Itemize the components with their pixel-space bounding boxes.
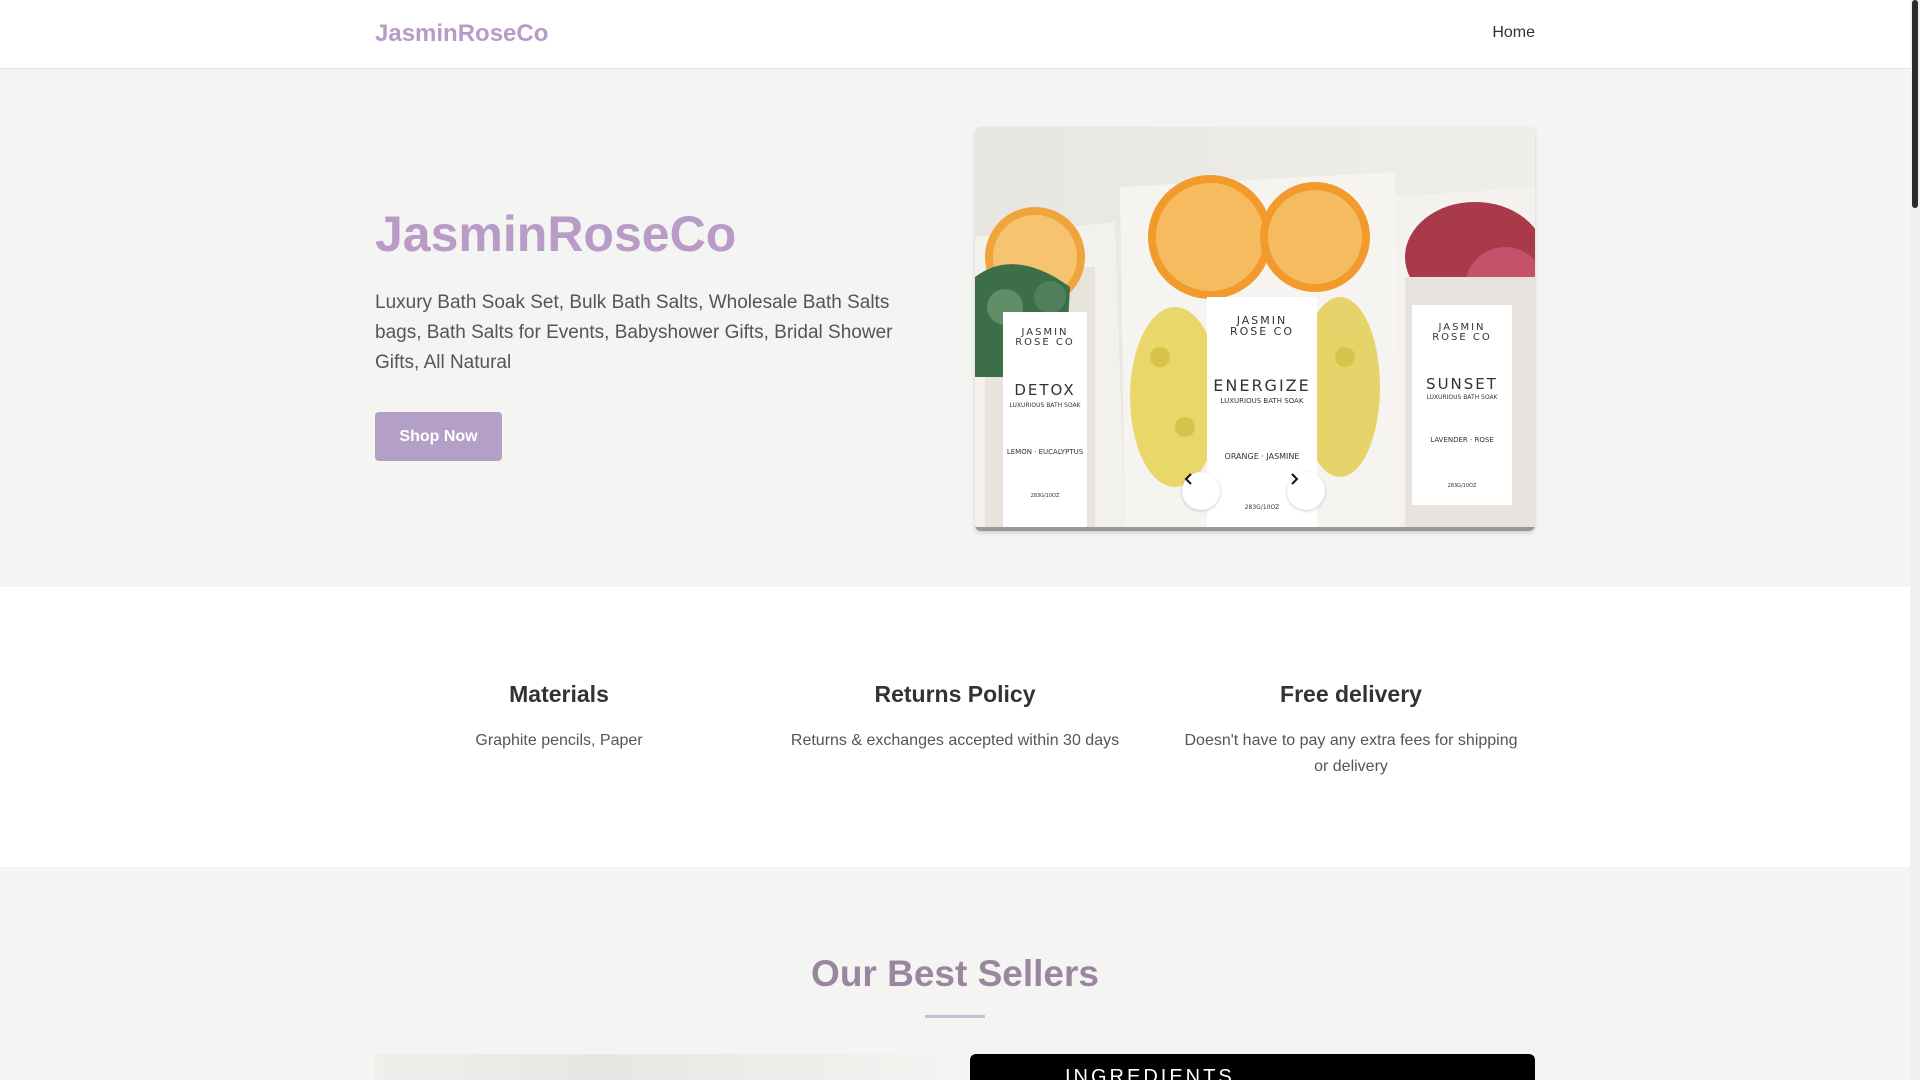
page-scrollbar[interactable] (1910, 0, 1920, 1080)
hero-title: JasminRoseCo (375, 206, 737, 262)
svg-text:LUXURIOUS BATH SOAK: LUXURIOUS BATH SOAK (1426, 394, 1498, 401)
best-sellers-title: Our Best Sellers (811, 953, 1099, 994)
feature-materials: Materials Graphite pencils, Paper (389, 681, 729, 754)
svg-text:ROSE CO: ROSE CO (1015, 337, 1075, 348)
feature-title: Materials (509, 681, 609, 707)
carousel-next-button[interactable] (1287, 472, 1325, 510)
product-card-2-text: INGREDIENTS (1065, 1066, 1235, 1080)
label-sunset: JASMIN ROSE CO SUNSET LUXURIOUS BATH SOA… (1412, 305, 1512, 505)
hero-section: JasminRoseCo Luxury Bath Soak Set, Bulk … (0, 69, 1910, 587)
svg-text:LUXURIOUS BATH SOAK: LUXURIOUS BATH SOAK (1009, 402, 1081, 409)
svg-text:DETOX: DETOX (1014, 381, 1075, 399)
svg-text:LAVENDER · ROSE: LAVENDER · ROSE (1430, 436, 1493, 444)
svg-text:LEMON · EUCALYPTUS: LEMON · EUCALYPTUS (1007, 448, 1084, 456)
svg-text:283G/10OZ: 283G/10OZ (1031, 493, 1060, 499)
scrollbar-thumb[interactable] (1912, 0, 1918, 208)
nav-link-home[interactable]: Home (1492, 24, 1535, 42)
product-card-1[interactable] (375, 1054, 941, 1080)
features-section: Materials Graphite pencils, Paper Return… (0, 587, 1910, 867)
product-carousel[interactable]: JASMIN ROSE CO DETOX LUXURIOUS BATH SOAK… (975, 127, 1535, 531)
feature-text: Doesn't have to pay any extra fees for s… (1184, 732, 1518, 775)
chevron-right-icon (1291, 473, 1299, 485)
label-detox: JASMIN ROSE CO DETOX LUXURIOUS BATH SOAK… (1003, 312, 1087, 527)
best-sellers-section: Our Best Sellers INGREDIENTS (0, 867, 1910, 1080)
carousel-indicators (1231, 487, 1275, 497)
feature-title: Returns Policy (874, 681, 1036, 707)
shop-now-button[interactable]: Shop Now (375, 412, 502, 461)
svg-text:LUXURIOUS BATH SOAK: LUXURIOUS BATH SOAK (1221, 397, 1304, 405)
feature-text: Returns & exchanges accepted within 30 d… (790, 732, 1120, 749)
chevron-left-icon (1184, 473, 1192, 485)
svg-text:283G/10OZ: 283G/10OZ (1448, 483, 1477, 489)
svg-text:283G/10OZ: 283G/10OZ (1245, 504, 1280, 511)
feature-free-delivery: Free delivery Doesn't have to pay any ex… (1181, 681, 1521, 780)
feature-title: Free delivery (1280, 681, 1422, 707)
svg-text:ROSE CO: ROSE CO (1230, 325, 1294, 338)
carousel-prev-button[interactable] (1182, 472, 1220, 510)
carousel-dot-1[interactable] (1231, 487, 1241, 497)
hero-description: Luxury Bath Soak Set, Bulk Bath Salts, W… (375, 292, 893, 373)
feature-returns-policy: Returns Policy Returns & exchanges accep… (785, 681, 1125, 754)
svg-text:SUNSET: SUNSET (1426, 375, 1498, 393)
svg-text:ORANGE · JASMINE: ORANGE · JASMINE (1225, 452, 1300, 461)
navbar: JasminRoseCo Home (0, 0, 1910, 69)
brand-logo[interactable]: JasminRoseCo (375, 20, 548, 48)
feature-text: Graphite pencils, Paper (475, 732, 643, 749)
carousel-slide-image: JASMIN ROSE CO DETOX LUXURIOUS BATH SOAK… (975, 127, 1535, 531)
svg-text:ROSE CO: ROSE CO (1432, 332, 1492, 343)
product-card-2[interactable]: INGREDIENTS (970, 1054, 1535, 1080)
carousel-dot-2[interactable] (1248, 487, 1258, 497)
title-divider (925, 1015, 985, 1018)
svg-text:ENERGIZE: ENERGIZE (1213, 376, 1311, 395)
carousel-dot-3[interactable] (1265, 487, 1275, 497)
